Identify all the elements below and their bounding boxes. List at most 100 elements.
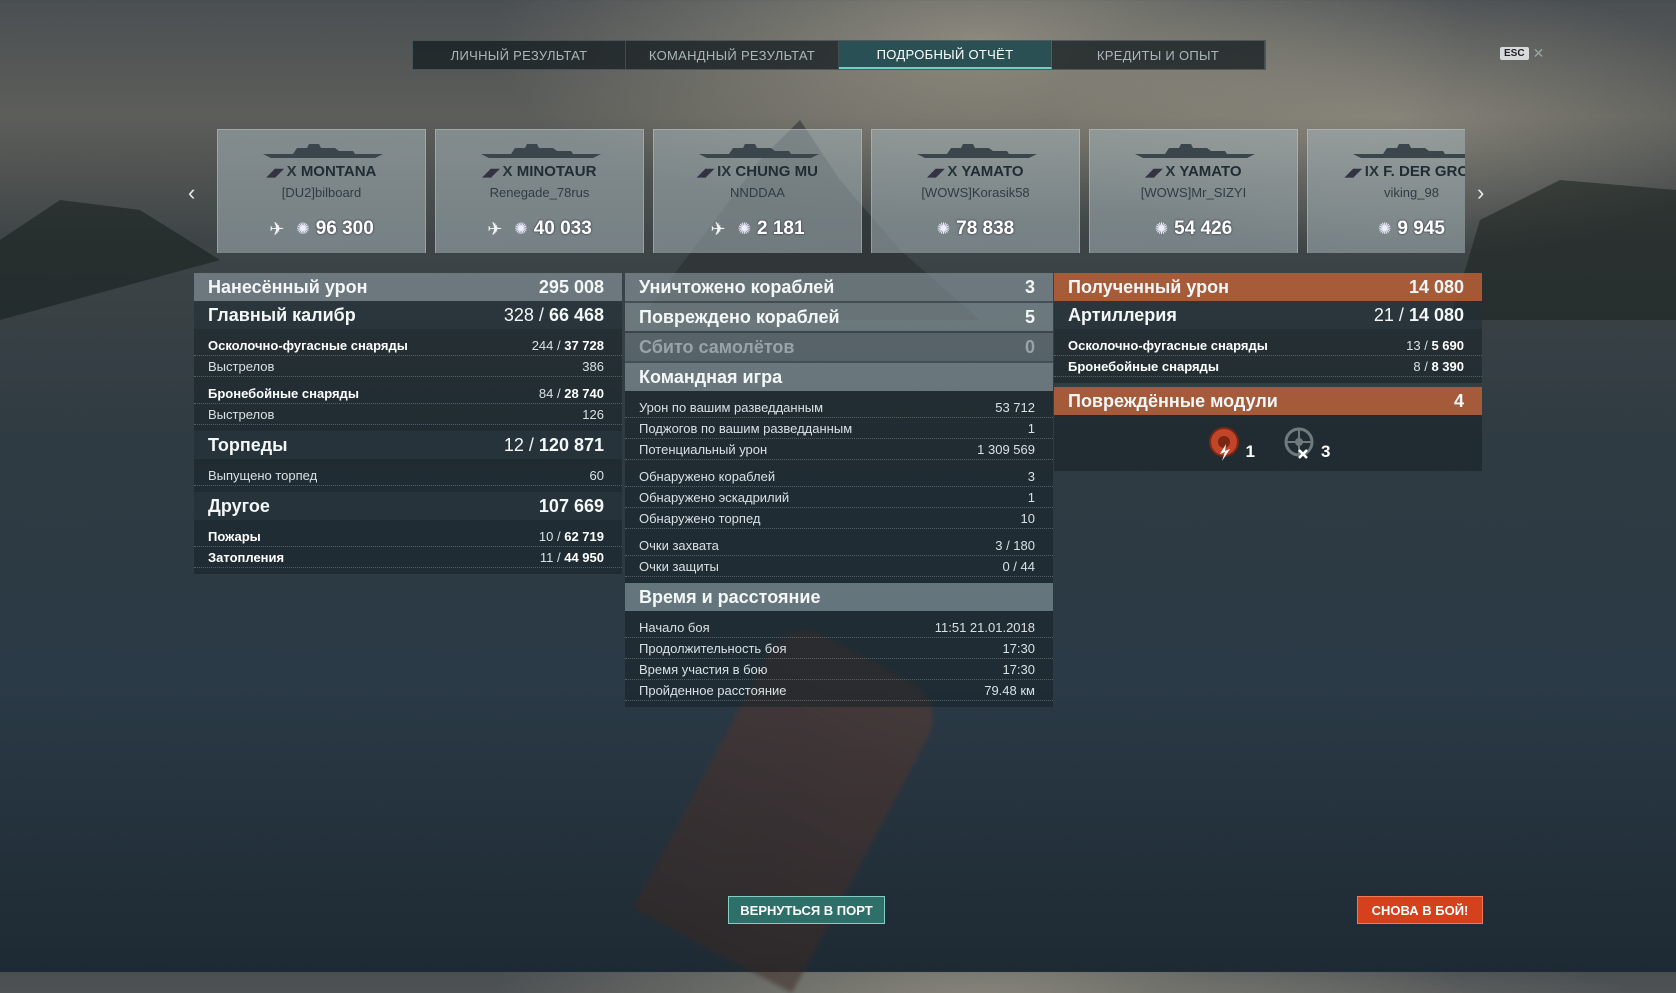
ship-name: ◢◤ X YAMATO bbox=[1090, 163, 1297, 180]
dealt-damage-header: Нанесённый урон 295 008 bbox=[194, 273, 622, 301]
card-stats: ✺ 78 838 bbox=[872, 218, 1079, 240]
ship-type: F. DER GROß bbox=[1383, 163, 1465, 180]
ship-damage-value: 9 945 bbox=[1397, 218, 1445, 239]
player-name: NNDDAA bbox=[730, 185, 785, 200]
stat-value: 10 bbox=[1020, 510, 1035, 526]
stat-row: Начало боя 11:51 21.01.2018 bbox=[625, 617, 1053, 638]
steering-damage-icon bbox=[1284, 427, 1314, 459]
ship-class-icon: ◢◤ bbox=[927, 167, 948, 179]
ship-type: YAMATO bbox=[961, 163, 1024, 180]
stat-value: 1 bbox=[1027, 489, 1035, 505]
stat-row: Обнаружено кораблей 3 bbox=[625, 466, 1053, 487]
received-ap-row: Бронебойные снаряды 8 / 8 390 bbox=[1054, 356, 1482, 377]
ship-silhouette-icon bbox=[263, 144, 383, 158]
ship-card[interactable]: ◢◤ X MINOTAUR Renegade_78rus ✈ ✺ 40 033 bbox=[435, 129, 644, 253]
stat-label: Продолжительность боя bbox=[639, 640, 787, 656]
team-play-header: Командная игра bbox=[625, 361, 1053, 391]
stat-value: 0 / 44 bbox=[1002, 558, 1035, 574]
player-name: [DU2]bilboard bbox=[281, 185, 362, 200]
artillery-header: Артиллерия 21 / 14 080 bbox=[1054, 301, 1482, 329]
close-control[interactable]: ESC ✕ bbox=[1500, 45, 1544, 62]
engine-damage-count: 1 bbox=[1245, 442, 1255, 461]
damaged-modules-list: 1 3 bbox=[1054, 415, 1482, 471]
time-distance-details: Начало боя 11:51 21.01.2018 Продолжительно… bbox=[625, 611, 1053, 707]
stat-row: Потенциальный урон 1 309 569 bbox=[625, 439, 1053, 460]
ship-tier: X bbox=[502, 163, 513, 180]
ship-damage-value: 2 181 bbox=[756, 218, 805, 239]
steering-damage-count: 3 bbox=[1321, 442, 1331, 461]
ship-card[interactable]: ◢◤ IX F. DER GROß viking_98 ✺ 9 945 bbox=[1307, 129, 1465, 253]
stat-label: Начало боя bbox=[639, 619, 710, 635]
ship-type: MINOTAUR bbox=[516, 163, 597, 180]
ship-name: ◢◤ X YAMATO bbox=[872, 163, 1079, 180]
stat-row: Урон по вашим разведданным 53 712 bbox=[625, 397, 1053, 418]
chevron-right-icon[interactable]: › bbox=[1477, 180, 1484, 206]
stat-row: Пройденное расстояние 79.48 км bbox=[625, 680, 1053, 701]
stat-row: Время участия в бою 17:30 bbox=[625, 659, 1053, 680]
fires-row: Пожары 10 / 62 719 bbox=[194, 526, 622, 547]
main-battery-hits: 328 bbox=[503, 304, 534, 325]
stat-label: Обнаружено торпед bbox=[639, 510, 761, 526]
damage-burst-icon: ✺ bbox=[1378, 221, 1392, 238]
ship-card[interactable]: ◢◤ X YAMATO [WOWS]Mr_SIZYI ✺ 54 426 bbox=[1089, 129, 1298, 253]
stat-value: 1 bbox=[1027, 420, 1035, 436]
stat-value: 17:30 bbox=[1002, 640, 1035, 656]
torpedoes-details: Выпущено торпед 60 bbox=[194, 459, 622, 492]
stat-label: Время участия в бою bbox=[639, 661, 768, 677]
card-stats: ✈ ✺ 96 300 bbox=[218, 218, 425, 240]
team-play-details: Урон по вашим разведданным 53 712 Поджогов… bbox=[625, 391, 1053, 583]
artillery-details: Осколочно-фугасные снаряды 13 / 5 690 Бро… bbox=[1054, 329, 1482, 383]
ships-damaged-header: Повреждено кораблей 5 bbox=[625, 301, 1053, 331]
ship-card[interactable]: ◢◤ IX CHUNG MU NNDDAA ✈ ✺ 2 181 bbox=[653, 129, 862, 253]
ship-card[interactable]: ◢◤ X MONTANA [DU2]bilboard ✈ ✺ 96 300 bbox=[217, 129, 426, 253]
ship-silhouette-icon bbox=[699, 144, 819, 158]
main-battery-label: Главный калибр bbox=[208, 304, 356, 325]
return-to-port-button[interactable]: ВЕРНУТЬСЯ В ПОРТ bbox=[728, 896, 885, 924]
damage-burst-icon: ✺ bbox=[1154, 221, 1169, 238]
torpedoes-header: Торпеды 12 / 120 871 bbox=[194, 431, 622, 459]
ship-type: YAMATO bbox=[1179, 163, 1242, 180]
torpedoes-fired-row: Выпущено торпед 60 bbox=[194, 465, 622, 486]
stat-label: Урон по вашим разведданным bbox=[639, 399, 824, 415]
stat-label: Очки защиты bbox=[639, 558, 719, 574]
damage-burst-icon: ✺ bbox=[296, 221, 310, 238]
tab-bar: ЛИЧНЫЙ РЕЗУЛЬТАТ КОМАНДНЫЙ РЕЗУЛЬТАТ ПОД… bbox=[412, 40, 1266, 70]
card-stats: ✺ 9 945 bbox=[1308, 218, 1465, 240]
spotting-plane-icon: ✈ bbox=[487, 218, 503, 239]
close-icon[interactable]: ✕ bbox=[1533, 45, 1545, 62]
engine-damage-icon bbox=[1208, 427, 1239, 461]
stat-value: 3 / 180 bbox=[995, 537, 1035, 553]
ship-tier: IX bbox=[717, 163, 732, 180]
player-name: Renegade_78rus bbox=[489, 185, 590, 200]
damage-burst-icon: ✺ bbox=[737, 221, 751, 238]
ship-class-icon: ◢◤ bbox=[482, 167, 503, 179]
he-shots-row: Выстрелов 386 bbox=[194, 356, 622, 377]
card-stats: ✈ ✺ 40 033 bbox=[436, 218, 643, 240]
ship-silhouette-icon bbox=[1135, 144, 1255, 158]
damage-burst-icon: ✺ bbox=[514, 221, 528, 238]
ship-name: ◢◤ IX F. DER GROß bbox=[1308, 163, 1465, 180]
stat-label: Очки захвата bbox=[639, 537, 719, 553]
stat-value: 17:30 bbox=[1002, 661, 1035, 677]
ship-damage-value: 40 033 bbox=[533, 218, 592, 239]
spotting-plane-icon: ✈ bbox=[269, 218, 285, 239]
stat-value: 11:51 21.01.2018 bbox=[934, 619, 1035, 635]
tab-team[interactable]: КОМАНДНЫЙ РЕЗУЛЬТАТ bbox=[626, 41, 839, 69]
stat-value: 3 bbox=[1027, 468, 1035, 484]
ap-shots-row: Выстрелов 126 bbox=[194, 404, 622, 425]
other-details: Пожары 10 / 62 719 Затопления 11 / 44 950 bbox=[194, 520, 622, 574]
stat-label: Потенциальный урон bbox=[639, 441, 768, 457]
player-name: viking_98 bbox=[1384, 185, 1439, 200]
tab-credits-xp[interactable]: КРЕДИТЫ И ОПЫТ bbox=[1052, 41, 1265, 69]
ship-silhouette-icon bbox=[1353, 144, 1465, 158]
tab-detailed-report[interactable]: ПОДРОБНЫЙ ОТЧЁТ bbox=[839, 41, 1052, 69]
main-battery-value: 66 468 bbox=[548, 304, 604, 325]
ship-card[interactable]: ◢◤ X YAMATO [WOWS]Korasik58 ✺ 78 838 bbox=[871, 129, 1080, 253]
ship-type: MONTANA bbox=[300, 163, 377, 180]
tab-personal[interactable]: ЛИЧНЫЙ РЕЗУЛЬТАТ bbox=[413, 41, 626, 69]
ship-name: ◢◤ X MINOTAUR bbox=[436, 163, 643, 180]
stat-row: Обнаружено эскадрилий 1 bbox=[625, 487, 1053, 508]
received-damage-header: Полученный урон 14 080 bbox=[1054, 273, 1482, 301]
battle-again-button[interactable]: СНОВА В БОЙ! bbox=[1357, 896, 1483, 924]
chevron-left-icon[interactable]: ‹ bbox=[188, 180, 195, 206]
